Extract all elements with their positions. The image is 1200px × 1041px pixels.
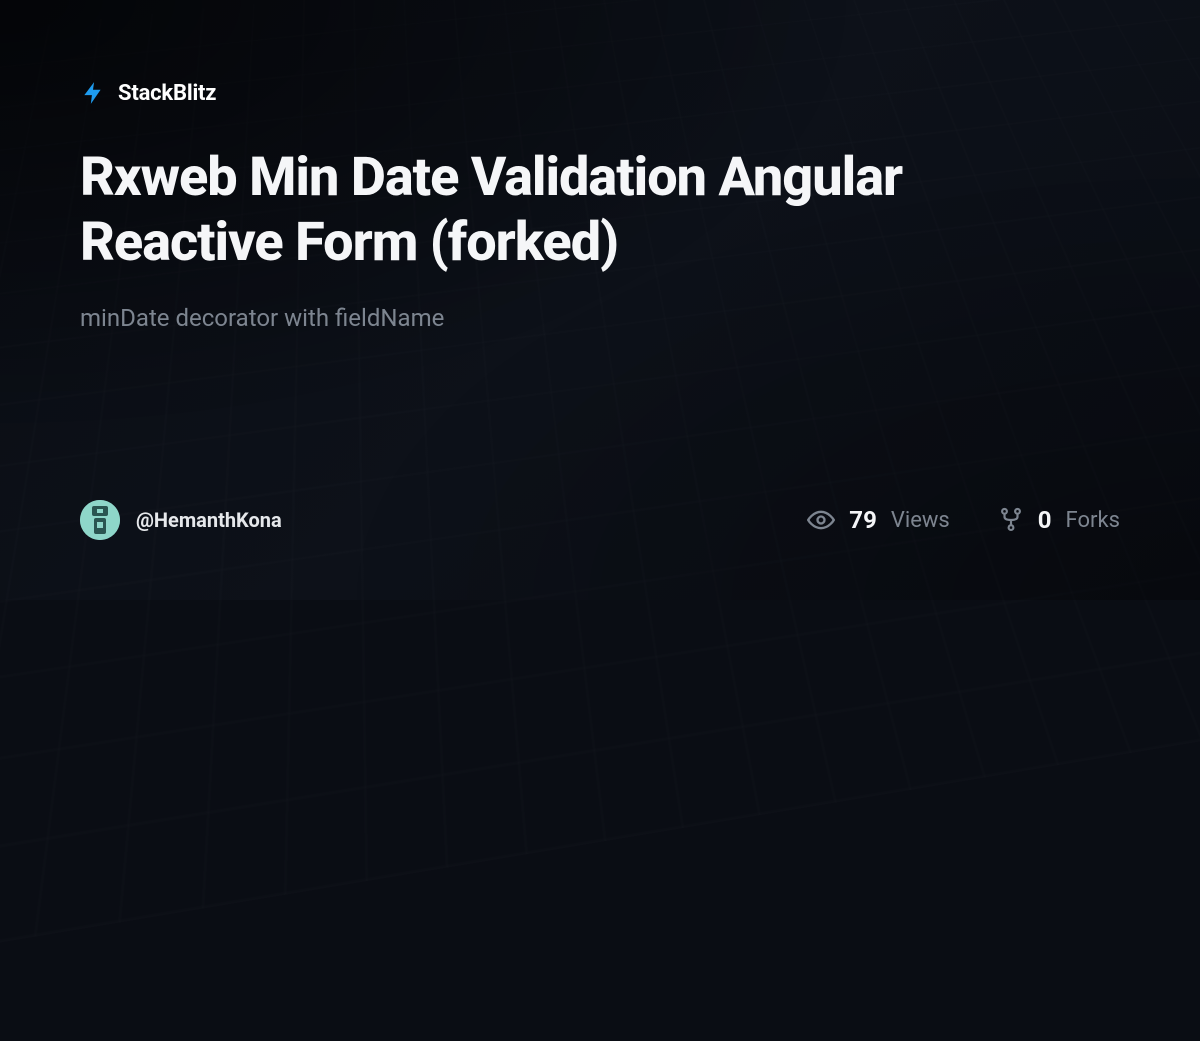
views-label: Views <box>891 508 950 533</box>
bolt-icon <box>80 80 106 106</box>
forks-label: Forks <box>1066 508 1120 533</box>
brand-row: StackBlitz <box>80 80 1120 106</box>
stats-row: 79 Views 0 Forks <box>807 506 1120 534</box>
project-description: minDate decorator with fieldName <box>80 304 1120 332</box>
footer-row: @HemanthKona 79 Views <box>80 500 1120 540</box>
avatar <box>80 500 120 540</box>
views-stat: 79 Views <box>807 506 949 534</box>
forks-stat: 0 Forks <box>998 506 1120 534</box>
author-handle: @HemanthKona <box>136 508 282 532</box>
forks-count: 0 <box>1038 506 1052 534</box>
brand-name: StackBlitz <box>118 81 216 106</box>
project-title: Rxweb Min Date Validation Angular Reacti… <box>80 146 980 276</box>
eye-icon <box>807 506 835 534</box>
author-block: @HemanthKona <box>80 500 282 540</box>
card-content: StackBlitz Rxweb Min Date Validation Ang… <box>0 0 1200 600</box>
fork-icon <box>998 507 1024 533</box>
views-count: 79 <box>849 506 877 534</box>
